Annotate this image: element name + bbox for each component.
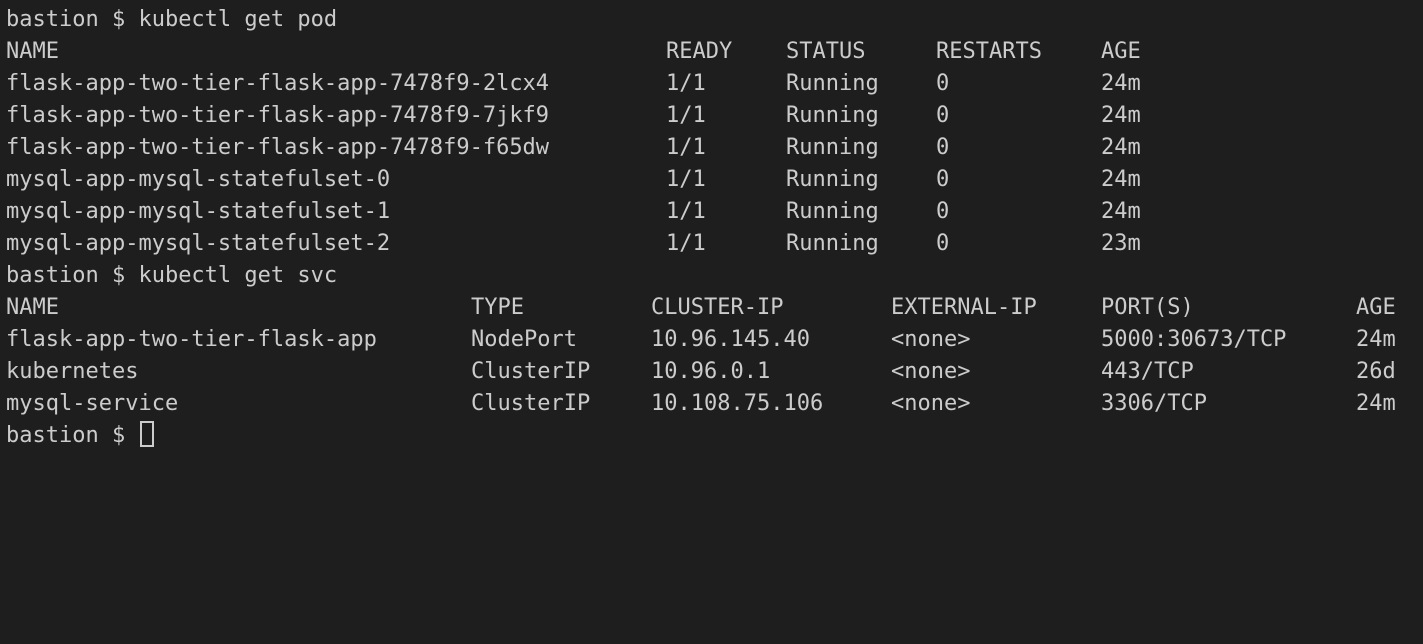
pod-name: mysql-app-mysql-statefulset-1	[6, 199, 391, 224]
pod-name: flask-app-two-tier-flask-app-7478f9-2lcx…	[6, 71, 550, 96]
pod-status: Running	[786, 167, 879, 192]
column-header-age: AGE	[1356, 295, 1396, 320]
pod-row: flask-app-two-tier-flask-app-7478f9-2lcx…	[6, 68, 1423, 100]
service-table-header: NAME TYPE CLUSTER-IP EXTERNAL-IP PORT(S)…	[6, 292, 1423, 324]
service-name: kubernetes	[6, 359, 139, 384]
pod-ready: 1/1	[666, 71, 706, 96]
pod-status: Running	[786, 71, 879, 96]
command-line: bastion $ kubectl get svc	[6, 260, 1423, 292]
command-line[interactable]: bastion $	[6, 420, 1423, 452]
pod-name: flask-app-two-tier-flask-app-7478f9-7jkf…	[6, 103, 550, 128]
pod-ready: 1/1	[666, 199, 706, 224]
service-ports: 443/TCP	[1101, 359, 1194, 384]
pod-ready: 1/1	[666, 135, 706, 160]
pod-restarts: 0	[936, 135, 950, 160]
pod-ready: 1/1	[666, 231, 706, 256]
column-header-age: AGE	[1101, 39, 1141, 64]
command-text: kubectl get svc	[138, 263, 338, 288]
pod-name: mysql-app-mysql-statefulset-0	[6, 167, 391, 192]
pod-ready: 1/1	[666, 103, 706, 128]
service-age: 24m	[1356, 391, 1396, 416]
column-header-ports: PORT(S)	[1101, 295, 1194, 320]
service-row: kubernetes ClusterIP 10.96.0.1 <none> 44…	[6, 356, 1423, 388]
pod-restarts: 0	[936, 71, 950, 96]
pod-age: 24m	[1101, 135, 1141, 160]
pod-status: Running	[786, 135, 879, 160]
shell-prompt: bastion $	[6, 263, 139, 288]
pod-age: 24m	[1101, 71, 1141, 96]
command-line: bastion $ kubectl get pod	[6, 4, 1423, 36]
service-type: NodePort	[471, 327, 577, 352]
column-header-name: NAME	[6, 295, 59, 320]
pod-table-header: NAME READY STATUS RESTARTS AGE	[6, 36, 1423, 68]
service-type: ClusterIP	[471, 391, 591, 416]
service-cluster-ip: 10.96.145.40	[651, 327, 810, 352]
service-external-ip: <none>	[891, 359, 971, 384]
column-header-ready: READY	[666, 39, 733, 64]
pod-name: flask-app-two-tier-flask-app-7478f9-f65d…	[6, 135, 550, 160]
service-name: mysql-service	[6, 391, 179, 416]
service-row: mysql-service ClusterIP 10.108.75.106 <n…	[6, 388, 1423, 420]
text-cursor[interactable]	[140, 421, 155, 447]
pod-restarts: 0	[936, 231, 950, 256]
pod-restarts: 0	[936, 199, 950, 224]
pod-row: mysql-app-mysql-statefulset-1 1/1 Runnin…	[6, 196, 1423, 228]
service-type: ClusterIP	[471, 359, 591, 384]
pod-ready: 1/1	[666, 167, 706, 192]
shell-prompt: bastion $	[6, 7, 139, 32]
service-ports: 3306/TCP	[1101, 391, 1207, 416]
pod-restarts: 0	[936, 103, 950, 128]
pod-restarts: 0	[936, 167, 950, 192]
column-header-cluster-ip: CLUSTER-IP	[651, 295, 784, 320]
service-row: flask-app-two-tier-flask-app NodePort 10…	[6, 324, 1423, 356]
pod-row: flask-app-two-tier-flask-app-7478f9-7jkf…	[6, 100, 1423, 132]
pod-row: mysql-app-mysql-statefulset-2 1/1 Runnin…	[6, 228, 1423, 260]
pod-name: mysql-app-mysql-statefulset-2	[6, 231, 391, 256]
column-header-status: STATUS	[786, 39, 866, 64]
service-age: 26d	[1356, 359, 1396, 384]
pod-status: Running	[786, 231, 879, 256]
pod-status: Running	[786, 103, 879, 128]
service-external-ip: <none>	[891, 327, 971, 352]
column-header-restarts: RESTARTS	[936, 39, 1042, 64]
service-ports: 5000:30673/TCP	[1101, 327, 1287, 352]
column-header-name: NAME	[6, 39, 59, 64]
terminal-window[interactable]: bastion $ kubectl get pod NAME READY STA…	[0, 0, 1423, 456]
column-header-external-ip: EXTERNAL-IP	[891, 295, 1037, 320]
command-text: kubectl get pod	[138, 7, 338, 32]
service-name: flask-app-two-tier-flask-app	[6, 327, 377, 352]
service-age: 24m	[1356, 327, 1396, 352]
service-cluster-ip: 10.96.0.1	[651, 359, 771, 384]
pod-age: 24m	[1101, 199, 1141, 224]
shell-prompt: bastion $	[6, 423, 139, 448]
pod-row: flask-app-two-tier-flask-app-7478f9-f65d…	[6, 132, 1423, 164]
pod-age: 23m	[1101, 231, 1141, 256]
service-external-ip: <none>	[891, 391, 971, 416]
column-header-type: TYPE	[471, 295, 524, 320]
pod-age: 24m	[1101, 103, 1141, 128]
service-cluster-ip: 10.108.75.106	[651, 391, 824, 416]
pod-age: 24m	[1101, 167, 1141, 192]
pod-status: Running	[786, 199, 879, 224]
pod-row: mysql-app-mysql-statefulset-0 1/1 Runnin…	[6, 164, 1423, 196]
